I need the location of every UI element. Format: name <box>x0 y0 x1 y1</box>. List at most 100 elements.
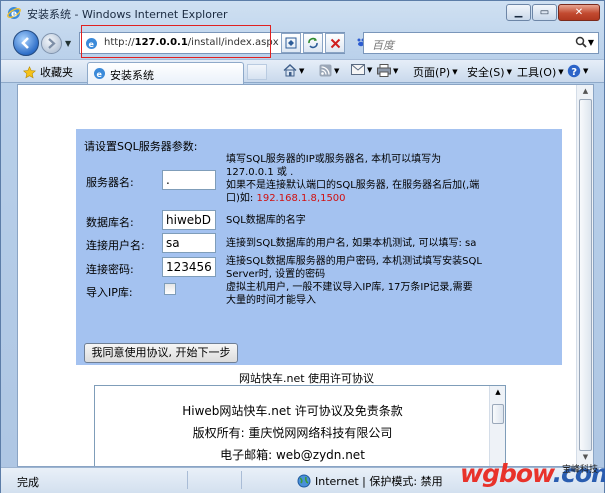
forward-button[interactable] <box>41 33 62 54</box>
license-line-2: 版权所有: 重庆悦网网络科技有限公司 <box>192 426 393 440</box>
ie-logo-icon: e <box>7 7 21 20</box>
minimize-icon: ▁ <box>514 7 523 18</box>
license-scrollbar[interactable]: ▲ <box>489 386 505 466</box>
close-window-button[interactable]: ✕ <box>558 4 600 21</box>
window-controls: ▁ ▭ ✕ <box>506 4 600 21</box>
page-menu[interactable]: 页面(P) ▼ <box>413 64 458 80</box>
help-icon: ? <box>567 64 581 78</box>
tab-page-icon: e <box>94 68 105 79</box>
safety-menu-label: 安全(S) <box>467 66 505 79</box>
page-scrollbar[interactable]: ▲ ▼ <box>576 85 593 466</box>
print-button[interactable]: ▼ <box>377 64 398 77</box>
mail-button[interactable]: ▼ <box>351 64 372 75</box>
status-text: 完成 <box>17 476 39 489</box>
agree-next-button[interactable]: 我同意使用协议, 开始下一步 <box>84 343 238 363</box>
password-description: 连接SQL数据库服务器的用户密码, 本机测试填写安装SQL Server时, 设… <box>226 255 482 281</box>
watermark-caption: 宝峰科技 <box>562 465 599 475</box>
safety-menu-dropdown-icon: ▼ <box>506 68 512 76</box>
server-desc-line4: 口)如: 192.168.1.8,1500 <box>226 192 479 205</box>
page-menu-label: 页面(P) <box>413 66 451 79</box>
license-line-1: Hiweb网站快车.net 许可协议及免责条款 <box>182 404 403 418</box>
security-zone[interactable]: Internet | 保护模式: 禁用 <box>297 473 443 489</box>
help-button[interactable]: ? ▼ <box>567 64 588 78</box>
history-dropdown-icon[interactable]: ▼ <box>65 39 71 48</box>
status-divider <box>187 471 188 489</box>
security-zone-label: Internet | 保护模式: 禁用 <box>315 475 443 488</box>
server-description: 填写SQL服务器的IP或服务器名, 本机可以填写为 127.0.0.1 或 . … <box>226 153 479 205</box>
license-scroll-thumb[interactable] <box>492 404 504 424</box>
password-input[interactable] <box>162 257 216 277</box>
search-box[interactable]: 百度 ▼ <box>363 32 599 54</box>
browser-window: e 安装系统 - Windows Internet Explorer ▁ ▭ ✕… <box>0 0 605 493</box>
compatibility-view-button[interactable] <box>281 33 301 53</box>
server-desc-prefix: 口)如: <box>226 193 254 204</box>
maximize-button[interactable]: ▭ <box>532 4 557 21</box>
svg-text:e: e <box>11 10 17 20</box>
home-button[interactable]: ▼ <box>283 64 304 77</box>
server-desc-line1: 填写SQL服务器的IP或服务器名, 本机可以填写为 <box>226 154 442 165</box>
address-highlight-box <box>81 25 271 58</box>
stop-button[interactable] <box>325 33 345 53</box>
database-description: SQL数据库的名字 <box>226 215 306 226</box>
window-title: 安装系统 - Windows Internet Explorer <box>27 8 228 21</box>
safety-menu[interactable]: 安全(S) ▼ <box>467 64 512 80</box>
compatibility-view-icon <box>285 37 297 49</box>
tab-title: 安装系统 <box>110 69 154 82</box>
printer-icon <box>377 64 391 77</box>
import-ip-label: 导入IP库: <box>86 286 133 299</box>
import-ip-checkbox[interactable] <box>164 283 176 295</box>
import-ip-desc-line1: 虚拟主机用户, 一般不建议导入IP库, 17万条IP记录,需要 <box>226 282 473 293</box>
svg-text:e: e <box>97 70 103 79</box>
status-divider <box>241 471 242 489</box>
favorites-label: 收藏夹 <box>40 66 73 79</box>
search-dropdown-icon[interactable]: ▼ <box>588 38 594 47</box>
password-label: 连接密码: <box>86 263 134 276</box>
license-title: 网站快车.net 使用许可协议 <box>239 372 375 385</box>
username-input[interactable] <box>162 233 216 253</box>
svg-text:?: ? <box>571 67 577 78</box>
page-scroll-thumb[interactable] <box>579 99 592 451</box>
refresh-icon <box>308 37 318 49</box>
mail-dropdown-icon[interactable]: ▼ <box>367 66 372 74</box>
globe-icon <box>297 474 311 488</box>
page-content: 请设置SQL服务器参数: 服务器名: 填写SQL服务器的IP或服务器名, 本机可… <box>17 84 594 467</box>
mail-icon <box>351 64 365 75</box>
home-dropdown-icon[interactable]: ▼ <box>299 67 304 75</box>
command-bar: 收藏夹 e 安装系统 ▼ ▼ ▼ ▼ 页面(P) ▼ 安全(S) ▼ 工具(O)… <box>1 59 604 84</box>
stop-icon <box>330 38 340 48</box>
page-menu-dropdown-icon: ▼ <box>452 68 458 76</box>
feeds-dropdown-icon[interactable]: ▼ <box>334 67 339 75</box>
tools-menu-dropdown-icon: ▼ <box>558 68 564 76</box>
help-dropdown-icon[interactable]: ▼ <box>583 67 588 75</box>
feeds-button[interactable]: ▼ <box>319 64 339 77</box>
rss-icon <box>319 64 332 77</box>
server-desc-line3: 如果不是连接默认端口的SQL服务器, 在服务器名后加(,端 <box>226 180 480 191</box>
search-button[interactable]: ▼ <box>575 36 594 48</box>
server-label: 服务器名: <box>86 176 134 189</box>
forward-arrow-icon <box>48 38 56 49</box>
database-input[interactable] <box>162 210 216 230</box>
refresh-button[interactable] <box>303 33 323 53</box>
panel-heading: 请设置SQL服务器参数: <box>84 140 198 153</box>
minimize-button[interactable]: ▁ <box>506 4 531 21</box>
new-tab-button[interactable] <box>247 64 267 80</box>
license-textbox[interactable]: Hiweb网站快车.net 许可协议及免责条款 版权所有: 重庆悦网网络科技有限… <box>94 385 506 466</box>
server-input[interactable] <box>162 170 216 190</box>
print-dropdown-icon[interactable]: ▼ <box>393 67 398 75</box>
tab-install-system[interactable]: e 安装系统 <box>87 62 244 84</box>
tools-menu[interactable]: 工具(O) ▼ <box>517 64 564 80</box>
import-ip-desc-line2: 大量的时间才能导入 <box>226 295 316 306</box>
home-icon <box>283 64 297 77</box>
server-desc-line2: 127.0.0.1 或 . <box>226 167 294 178</box>
title-bar: e 安装系统 - Windows Internet Explorer ▁ ▭ ✕ <box>1 1 604 25</box>
database-label: 数据库名: <box>86 216 134 229</box>
back-arrow-icon <box>21 37 29 49</box>
password-desc-line1: 连接SQL数据库服务器的用户密码, 本机测试填写安装SQL <box>226 256 482 267</box>
license-scroll-up-icon[interactable]: ▲ <box>492 388 504 399</box>
star-icon <box>23 65 36 78</box>
close-icon: ✕ <box>574 7 584 18</box>
import-ip-description: 虚拟主机用户, 一般不建议导入IP库, 17万条IP记录,需要 大量的时间才能导… <box>226 281 473 307</box>
favorites-button[interactable]: 收藏夹 <box>23 64 73 80</box>
search-icon <box>575 36 587 48</box>
back-button[interactable] <box>13 30 39 56</box>
